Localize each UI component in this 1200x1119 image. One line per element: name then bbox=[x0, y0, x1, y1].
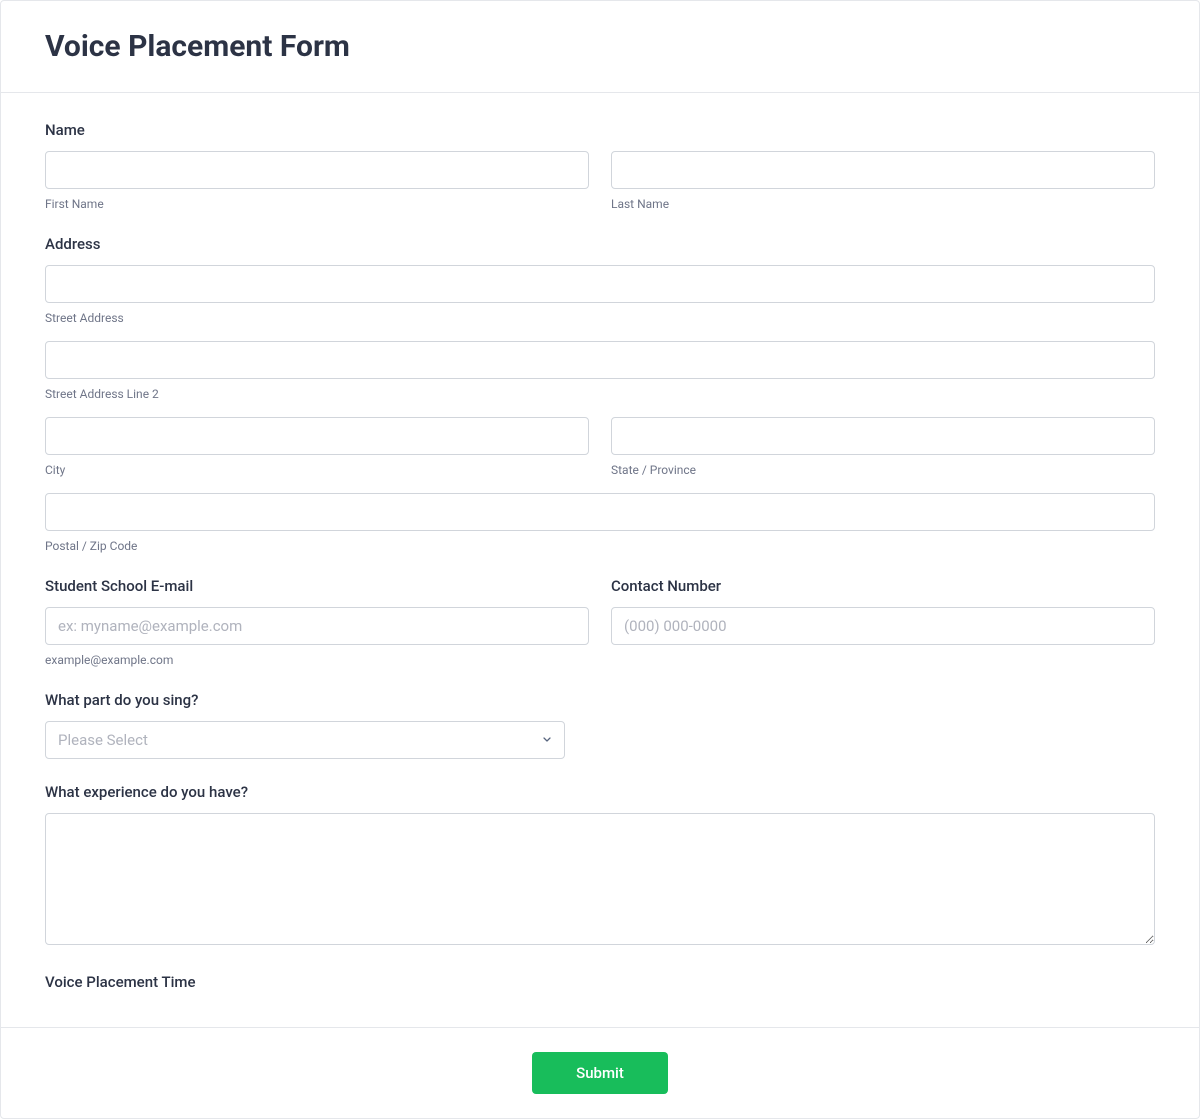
voice-part-field-group: What part do you sing? Please Select bbox=[45, 691, 1155, 759]
postal-code-input[interactable] bbox=[45, 493, 1155, 531]
experience-label: What experience do you have? bbox=[45, 783, 1155, 801]
phone-input[interactable] bbox=[611, 607, 1155, 645]
city-sublabel: City bbox=[45, 463, 589, 477]
voice-part-select[interactable]: Please Select bbox=[45, 721, 565, 759]
form-header: Voice Placement Form bbox=[1, 1, 1199, 93]
state-sublabel: State / Province bbox=[611, 463, 1155, 477]
form-body: Name First Name Last Name Address Street… bbox=[1, 93, 1199, 1027]
contact-row: Student School E-mail example@example.co… bbox=[45, 577, 1155, 667]
last-name-input[interactable] bbox=[611, 151, 1155, 189]
street-address-2-input[interactable] bbox=[45, 341, 1155, 379]
street-address-sublabel: Street Address bbox=[45, 311, 1155, 325]
placement-time-field-group: Voice Placement Time bbox=[45, 973, 1155, 991]
email-field-group: Student School E-mail example@example.co… bbox=[45, 577, 589, 667]
city-input[interactable] bbox=[45, 417, 589, 455]
phone-field-group: Contact Number bbox=[611, 577, 1155, 667]
form-container: Voice Placement Form Name First Name Las… bbox=[0, 0, 1200, 1119]
last-name-sublabel: Last Name bbox=[611, 197, 1155, 211]
first-name-sublabel: First Name bbox=[45, 197, 589, 211]
submit-button[interactable]: Submit bbox=[532, 1052, 668, 1094]
placement-time-label: Voice Placement Time bbox=[45, 973, 1155, 991]
experience-field-group: What experience do you have? bbox=[45, 783, 1155, 949]
address-field-group: Address Street Address Street Address Li… bbox=[45, 235, 1155, 553]
name-label: Name bbox=[45, 121, 1155, 139]
name-field-group: Name First Name Last Name bbox=[45, 121, 1155, 211]
state-input[interactable] bbox=[611, 417, 1155, 455]
address-label: Address bbox=[45, 235, 1155, 253]
email-input[interactable] bbox=[45, 607, 589, 645]
page-title: Voice Placement Form bbox=[45, 29, 1155, 64]
email-label: Student School E-mail bbox=[45, 577, 589, 595]
voice-part-label: What part do you sing? bbox=[45, 691, 1155, 709]
street-address-input[interactable] bbox=[45, 265, 1155, 303]
street-address-2-sublabel: Street Address Line 2 bbox=[45, 387, 1155, 401]
postal-code-sublabel: Postal / Zip Code bbox=[45, 539, 1155, 553]
experience-textarea[interactable] bbox=[45, 813, 1155, 945]
form-footer: Submit bbox=[1, 1027, 1199, 1118]
email-sublabel: example@example.com bbox=[45, 653, 589, 667]
first-name-input[interactable] bbox=[45, 151, 589, 189]
phone-label: Contact Number bbox=[611, 577, 1155, 595]
